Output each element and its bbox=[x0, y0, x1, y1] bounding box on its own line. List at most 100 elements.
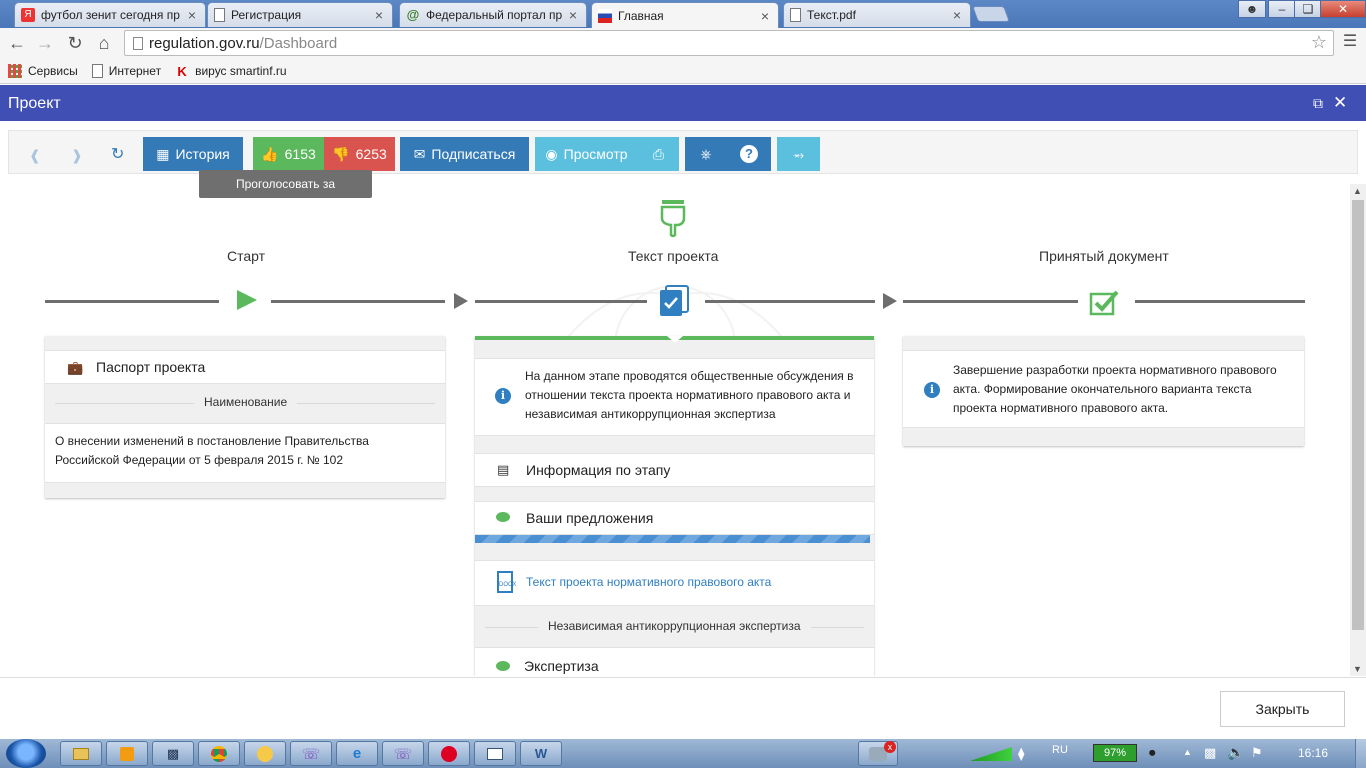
page-icon bbox=[133, 36, 143, 50]
wireless-icon[interactable]: ⧫ bbox=[1018, 746, 1024, 762]
browser-tab-football[interactable]: Я футбол зенит сегодня пр × bbox=[14, 2, 206, 27]
volume-icon[interactable]: 🔈 bbox=[1227, 744, 1244, 761]
support-button[interactable]: ⎈ bbox=[685, 137, 727, 171]
list-icon: ▤ bbox=[497, 462, 510, 477]
arrow-right-circle-icon[interactable]: ❱ bbox=[71, 147, 83, 164]
close-icon[interactable]: × bbox=[185, 7, 199, 23]
bookmark-label: вирус smartinf.ru bbox=[195, 63, 287, 78]
help-button[interactable]: ? bbox=[727, 137, 771, 171]
network-app-icon[interactable]: ▩ bbox=[152, 741, 194, 766]
viber-icon[interactable]: ☏ bbox=[290, 741, 332, 766]
doc-link[interactable]: Текст проекта нормативного правового акт… bbox=[526, 575, 771, 589]
forward-icon[interactable]: → bbox=[34, 32, 56, 54]
browser-menu-icon[interactable]: ☰ bbox=[1342, 32, 1358, 52]
stage-details-row[interactable]: ▤ Информация по этапу bbox=[475, 453, 874, 487]
new-tab-button[interactable] bbox=[972, 6, 1010, 22]
reload-icon[interactable]: ↻ bbox=[64, 32, 86, 54]
likes-count: 6153 bbox=[284, 146, 316, 162]
internet-explorer-icon[interactable]: e bbox=[336, 741, 378, 766]
browser-tab-pdf[interactable]: Текст.pdf × bbox=[783, 2, 971, 27]
scroll-up-icon[interactable]: ▲ bbox=[1353, 186, 1362, 196]
subscribe-button[interactable]: ✉ Подписаться bbox=[400, 137, 529, 171]
show-hidden-icons-arrow[interactable]: ▲ bbox=[1183, 747, 1192, 757]
show-desktop-button[interactable] bbox=[1355, 739, 1366, 768]
yandex-icon: Я bbox=[21, 8, 35, 22]
vote-down-button[interactable]: 👎 6253 bbox=[324, 137, 395, 171]
window-close-button[interactable]: ✕ bbox=[1320, 0, 1366, 18]
print-button[interactable]: ⎙ bbox=[638, 137, 679, 171]
preview-label: Просмотр bbox=[563, 146, 628, 162]
minimize-button[interactable]: – bbox=[1268, 0, 1296, 18]
close-icon[interactable]: × bbox=[566, 7, 580, 23]
signal-strength-icon[interactable] bbox=[970, 747, 1012, 761]
url-path: /Dashboard bbox=[259, 34, 338, 52]
proposals-progress bbox=[475, 535, 870, 543]
close-icon[interactable]: × bbox=[372, 7, 386, 23]
antivirus-tray-icon[interactable]: x bbox=[858, 741, 898, 766]
passport-row[interactable]: 💼 Паспорт проекта bbox=[45, 350, 445, 384]
word-icon[interactable]: W bbox=[520, 741, 562, 766]
close-icon[interactable]: × bbox=[950, 7, 964, 23]
bookmark-services[interactable]: Сервисы bbox=[8, 63, 78, 78]
subscribe-label: Подписаться bbox=[431, 146, 516, 162]
tab-label: Главная bbox=[618, 8, 664, 23]
chrome-icon[interactable] bbox=[198, 741, 240, 766]
anticorruption-heading: Независимая антикоррупционная экспертиза bbox=[538, 619, 811, 633]
passport-label: Паспорт проекта bbox=[96, 359, 206, 375]
itunes-icon[interactable] bbox=[428, 741, 470, 766]
arrow-left-circle-icon[interactable]: ❰ bbox=[29, 147, 41, 164]
close-button[interactable]: Закрыть bbox=[1220, 691, 1345, 727]
back-icon[interactable]: ← bbox=[6, 32, 28, 54]
browser-tab-federal-portal[interactable]: @ Федеральный портал пр × bbox=[399, 2, 587, 27]
stage-info-line-2: отношении текста проекта нормативного пр… bbox=[525, 388, 851, 402]
mail-agent-icon[interactable] bbox=[244, 741, 286, 766]
content-scrollbar[interactable]: ▲ ▼ bbox=[1350, 184, 1366, 676]
name-line-1: О внесении изменений в постановление Пра… bbox=[55, 434, 369, 448]
close-icon[interactable]: × bbox=[758, 8, 772, 24]
expand-window-icon[interactable]: ⧉ bbox=[1313, 95, 1323, 112]
expertise-row[interactable]: Экспертиза bbox=[475, 647, 874, 676]
kaspersky-icon: K bbox=[177, 63, 187, 79]
media-player-icon[interactable] bbox=[106, 741, 148, 766]
history-button[interactable]: ▦ История bbox=[143, 137, 243, 171]
vote-up-button[interactable]: 👍 6153 bbox=[253, 137, 324, 171]
share-button[interactable]: ⥇ bbox=[777, 137, 820, 171]
scroll-down-icon[interactable]: ▼ bbox=[1353, 664, 1362, 674]
bookmark-star-icon[interactable]: ☆ bbox=[1311, 32, 1327, 53]
headset-icon: ⎈ bbox=[700, 145, 712, 162]
close-icon[interactable]: ✕ bbox=[1333, 93, 1347, 113]
project-content: Старт Текст проекта Принятый документ 💼 … bbox=[0, 176, 1350, 676]
explorer-icon[interactable] bbox=[60, 741, 102, 766]
restore-button[interactable]: ❏ bbox=[1294, 0, 1322, 18]
address-bar[interactable]: regulation.gov.ru/Dashboard ☆ bbox=[124, 30, 1334, 56]
refresh-icon[interactable]: ↻ bbox=[111, 144, 124, 164]
proposals-row[interactable]: Ваши предложения bbox=[475, 501, 874, 535]
scroll-thumb[interactable] bbox=[1352, 200, 1364, 630]
start-button[interactable] bbox=[6, 739, 46, 768]
device-icon[interactable]: ▩ bbox=[1204, 745, 1216, 761]
language-indicator[interactable]: RU bbox=[1052, 744, 1068, 756]
envelope-icon: ✉ bbox=[413, 145, 426, 162]
power-plug-icon[interactable]: ⏺ bbox=[1149, 745, 1156, 761]
browser-tab-main[interactable]: Главная × bbox=[591, 2, 779, 28]
checkbox-checked-icon bbox=[1089, 290, 1119, 316]
viber-icon[interactable]: ☏ bbox=[382, 741, 424, 766]
action-toolbar: ❰ ❱ ↻ ▦ История 👍 6153 👎 6253 ✉ Подписат… bbox=[8, 130, 1358, 174]
bookmarks-bar: Сервисы Интернет K вирус smartinf.ru bbox=[0, 58, 1366, 84]
action-center-flag-icon[interactable]: ⚑ bbox=[1251, 745, 1263, 761]
tab-label: Федеральный портал пр bbox=[426, 8, 563, 22]
preview-button[interactable]: ◉ Просмотр bbox=[535, 137, 638, 171]
browser-tab-registration[interactable]: Регистрация × bbox=[207, 2, 393, 27]
bookmark-virus[interactable]: K вирус smartinf.ru bbox=[175, 63, 287, 79]
clock[interactable]: 16:16 bbox=[1298, 746, 1328, 760]
list-app-icon[interactable] bbox=[474, 741, 516, 766]
bookmark-internet[interactable]: Интернет bbox=[91, 63, 161, 78]
battery-indicator[interactable]: 97% bbox=[1093, 744, 1137, 762]
url-host: regulation.gov.ru bbox=[149, 34, 260, 52]
browser-tabstrip: Я футбол зенит сегодня пр × Регистрация … bbox=[0, 0, 1366, 28]
timeline-line bbox=[475, 300, 647, 303]
modal-title: Проект bbox=[8, 95, 61, 112]
page-icon bbox=[91, 63, 103, 78]
user-icon[interactable]: ☻ bbox=[1238, 0, 1266, 18]
home-icon[interactable]: ⌂ bbox=[93, 32, 115, 54]
